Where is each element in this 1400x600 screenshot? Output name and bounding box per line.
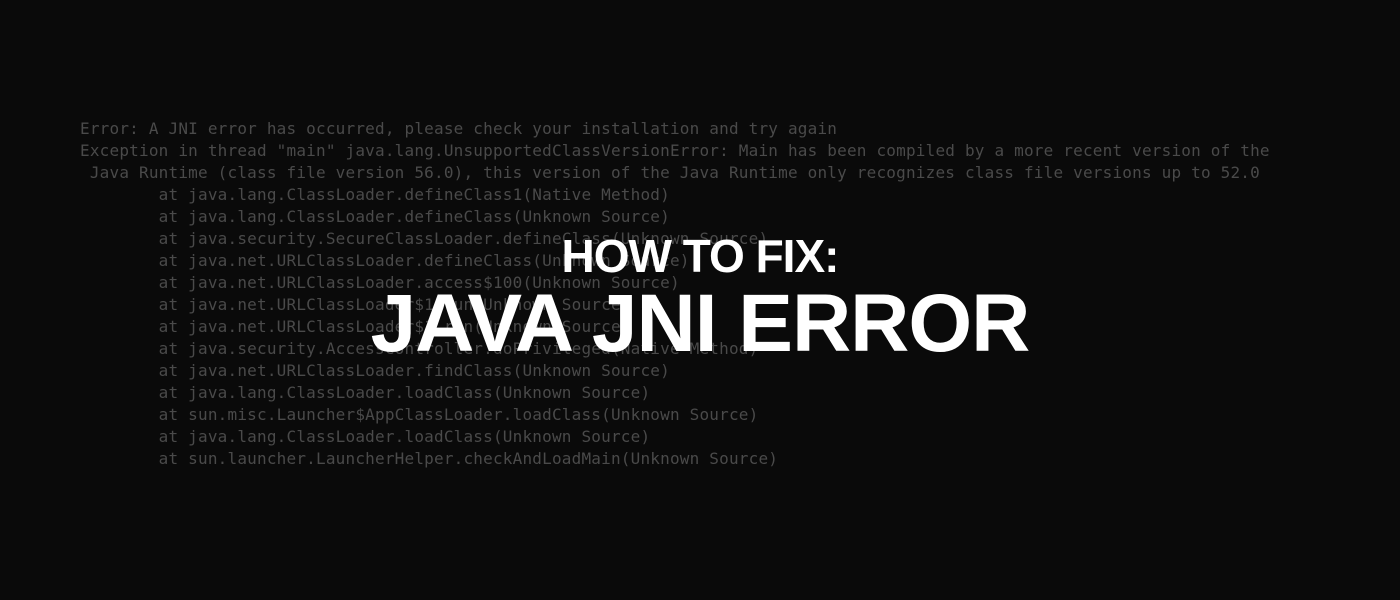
- title-line-1: HOW TO FIX:: [0, 229, 1400, 283]
- title-line-2: JAVA JNI ERROR: [0, 277, 1400, 371]
- title-overlay: HOW TO FIX: JAVA JNI ERROR: [0, 229, 1400, 371]
